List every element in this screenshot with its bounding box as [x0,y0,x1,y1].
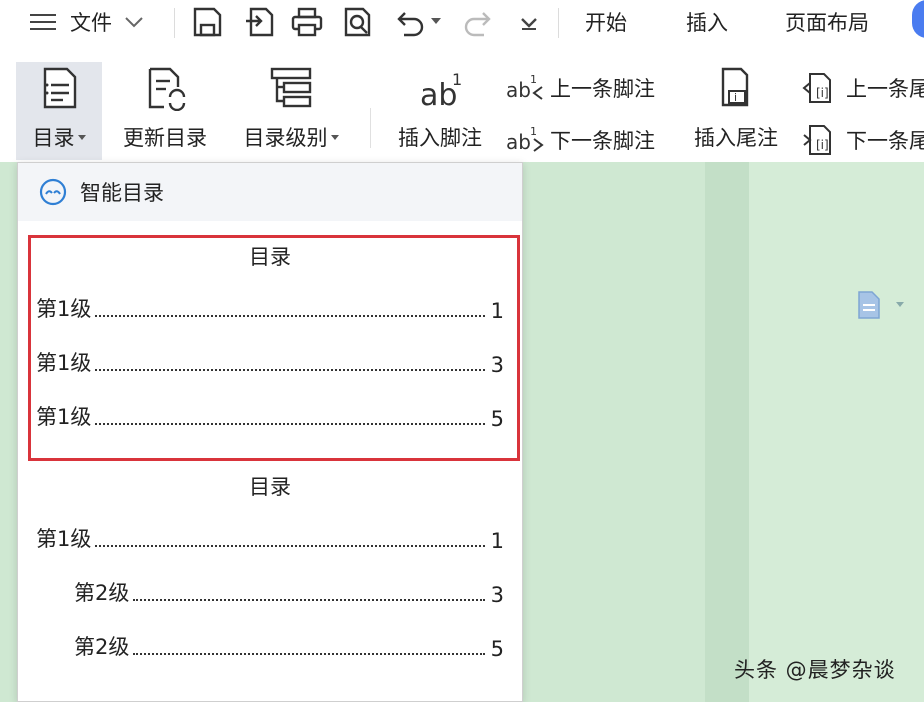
insert-endnote-button[interactable]: i 插入尾注 [686,62,786,160]
separator [370,108,371,148]
toc-entry-page: 1 [490,529,504,553]
update-toc-button[interactable]: 更新目录 [115,62,215,160]
toc-entry-page: 5 [490,637,504,661]
tab-page-layout-label: 页面布局 [785,11,869,35]
toc-leader-dots [95,545,485,547]
svg-text:i: i [734,91,737,104]
toc-dropdown: 智能目录 目录 第1级 1 第1级 3 第1级 5 目录 第1级 1 第2级 3… [17,162,523,702]
next-endnote-icon: [i] [802,122,842,158]
toc-entry: 第1级 1 [36,525,504,553]
endnote-icon: i [710,62,762,114]
chevron-down-icon [330,134,339,140]
file-menu-label: 文件 [70,11,112,35]
smart-toc-label: 智能目录 [80,181,164,205]
print-preview-icon[interactable] [341,5,375,39]
smart-toc-icon [39,178,67,206]
next-footnote-label: 下一条脚注 [550,129,655,153]
toc-entry-text: 第2级 [74,635,130,659]
chevron-down-icon[interactable] [896,302,904,307]
document-icon[interactable] [855,290,883,320]
svg-text:1: 1 [530,73,537,86]
export-pdf-icon[interactable] [243,5,277,39]
toc-entry-text: 第1级 [36,527,92,551]
svg-text:[i]: [i] [816,138,829,152]
toc-button[interactable]: 目录 [16,62,102,160]
toc-leader-dots [133,599,485,601]
page-edge [705,162,749,702]
separator [174,8,175,38]
prev-endnote-icon: [i] [802,70,842,106]
account-avatar[interactable] [912,0,924,38]
redo-icon[interactable] [462,5,496,39]
tab-home-label: 开始 [585,11,627,35]
separator [558,8,559,38]
toc-entry-text: 第2级 [74,581,130,605]
chevron-down-icon [125,17,143,28]
hamburger-icon [30,14,56,30]
chevron-down-icon [77,134,86,140]
insert-endnote-label: 插入尾注 [694,126,778,150]
footnote-icon: ab 1 [414,62,466,114]
smart-toc-option[interactable]: 智能目录 [18,163,522,221]
menu-bar: 文件 开始 插入 页面布局 [0,0,924,44]
svg-text:1: 1 [530,125,537,138]
prev-endnote-label: 上一条尾注 [846,77,924,101]
toc-level-icon [265,62,317,114]
tab-insert-label: 插入 [686,11,728,35]
print-icon[interactable] [290,5,324,39]
svg-text:ab: ab [506,130,531,154]
ribbon: 目录 更新目录 目录级别 ab 1 插入脚注 ab 1 上一条脚注 ab 1 下… [0,44,924,162]
document-page [749,162,924,702]
toc-entry: 第2级 5 [74,633,504,661]
next-footnote-button[interactable]: ab 1 下一条脚注 [506,120,655,160]
svg-text:[i]: [i] [816,86,829,100]
tab-home[interactable]: 开始 [585,0,627,44]
prev-footnote-icon: ab 1 [506,70,546,106]
highlight-box [28,235,520,461]
toc-template-title: 目录 [249,475,291,499]
svg-text:1: 1 [452,70,462,89]
toc-entry: 第2级 3 [74,579,504,607]
tab-insert[interactable]: 插入 [686,0,728,44]
undo-icon[interactable] [392,5,426,39]
toc-leader-dots [133,653,485,655]
next-footnote-icon: ab 1 [506,122,546,158]
toc-level-button[interactable]: 目录级别 [233,62,349,160]
next-endnote-button[interactable]: [i] 下一条尾注 [802,120,924,160]
file-menu[interactable]: 文件 [30,0,144,44]
prev-footnote-label: 上一条脚注 [550,77,655,101]
toc-icon [33,62,85,114]
toc-level-label: 目录级别 [243,126,328,150]
toc-entry-page: 3 [490,583,504,607]
watermark: 头条 @晨梦杂谈 [734,658,896,682]
toc-button-label: 目录 [32,126,75,150]
prev-footnote-button[interactable]: ab 1 上一条脚注 [506,68,655,108]
next-endnote-label: 下一条尾注 [846,129,924,153]
svg-text:ab: ab [506,78,531,102]
insert-footnote-label: 插入脚注 [398,126,482,150]
save-icon[interactable] [190,5,224,39]
prev-endnote-button[interactable]: [i] 上一条尾注 [802,68,924,108]
undo-dropdown-icon[interactable] [430,16,442,26]
insert-footnote-button[interactable]: ab 1 插入脚注 [388,62,492,160]
customize-toolbar-icon[interactable] [512,5,546,39]
tab-page-layout[interactable]: 页面布局 [785,0,869,44]
refresh-toc-icon [139,62,191,114]
update-toc-label: 更新目录 [123,126,207,150]
